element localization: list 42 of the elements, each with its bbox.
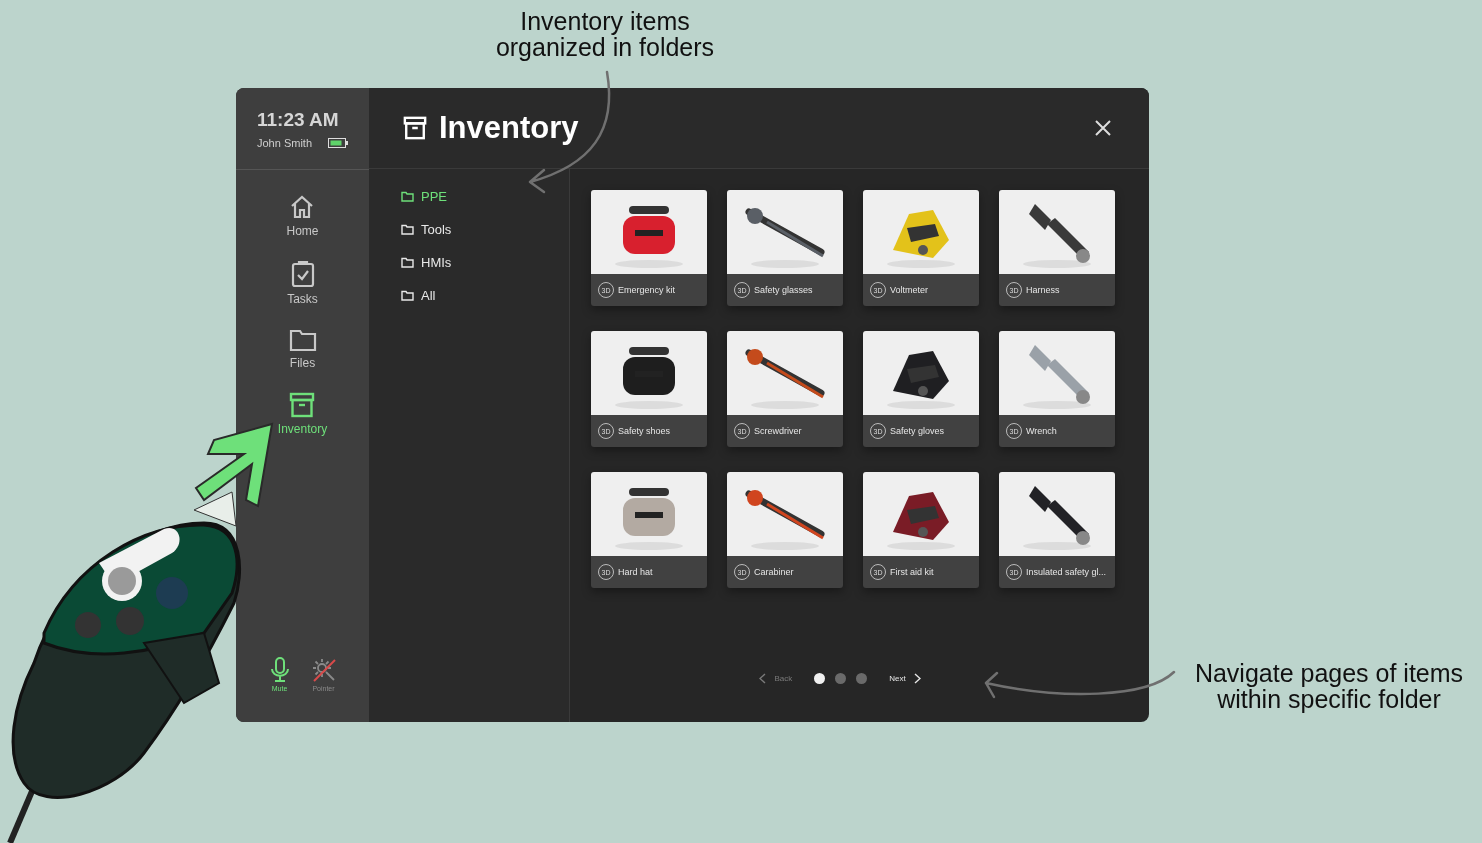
item-name: Insulated safety gl...	[1026, 567, 1107, 577]
nav-item[interactable]: Home	[282, 192, 323, 240]
window-title: Inventory	[439, 110, 579, 146]
folder-icon	[401, 290, 414, 301]
nav-item[interactable]: Inventory	[273, 390, 332, 438]
nav-item[interactable]: Files	[284, 326, 321, 372]
item-name: Wrench	[1026, 426, 1057, 436]
folder-item[interactable]: All	[401, 286, 436, 305]
folder-item[interactable]: PPE	[401, 187, 447, 206]
archive-box-icon	[403, 116, 427, 140]
annotation-text: Inventory items organized in folders	[494, 8, 716, 60]
item-name: Screwdriver	[754, 426, 802, 436]
item-name: Voltmeter	[890, 285, 929, 295]
microphone-icon	[268, 657, 291, 683]
folder-icon	[401, 257, 414, 268]
folder-icon	[401, 224, 414, 235]
item-name: Harness	[1026, 285, 1060, 295]
chevron-right-icon	[913, 673, 921, 684]
user-name: John Smith	[257, 136, 313, 149]
folder-icon	[401, 191, 414, 202]
item-name: First aid kit	[890, 567, 934, 577]
item-name: Safety gloves	[890, 426, 945, 436]
item-name: Safety glasses	[754, 285, 813, 295]
nav-item[interactable]: Tasks	[283, 258, 322, 308]
folder-item[interactable]: Tools	[401, 220, 452, 239]
folder-icon	[288, 328, 317, 352]
chevron-left-icon	[759, 673, 767, 684]
battery-icon	[328, 137, 349, 148]
next-button[interactable]: Next	[887, 671, 923, 686]
folder-item[interactable]: HMIs	[401, 253, 452, 272]
clock-time: 11:23 AM	[257, 108, 340, 131]
item-name: Safety shoes	[618, 426, 671, 436]
item-name: Emergency kit	[618, 285, 676, 295]
archive-box-icon	[289, 392, 316, 418]
page-dot[interactable]	[856, 673, 868, 684]
page-dot[interactable]	[835, 673, 847, 684]
item-name: Hard hat	[618, 567, 653, 577]
pointer-icon	[310, 657, 337, 683]
annotation-text: Navigate pages of items within specific folder	[1193, 660, 1465, 712]
page-dot[interactable]	[814, 673, 826, 684]
item-name: Carabiner	[754, 567, 794, 577]
clipboard-check-icon	[289, 260, 316, 288]
